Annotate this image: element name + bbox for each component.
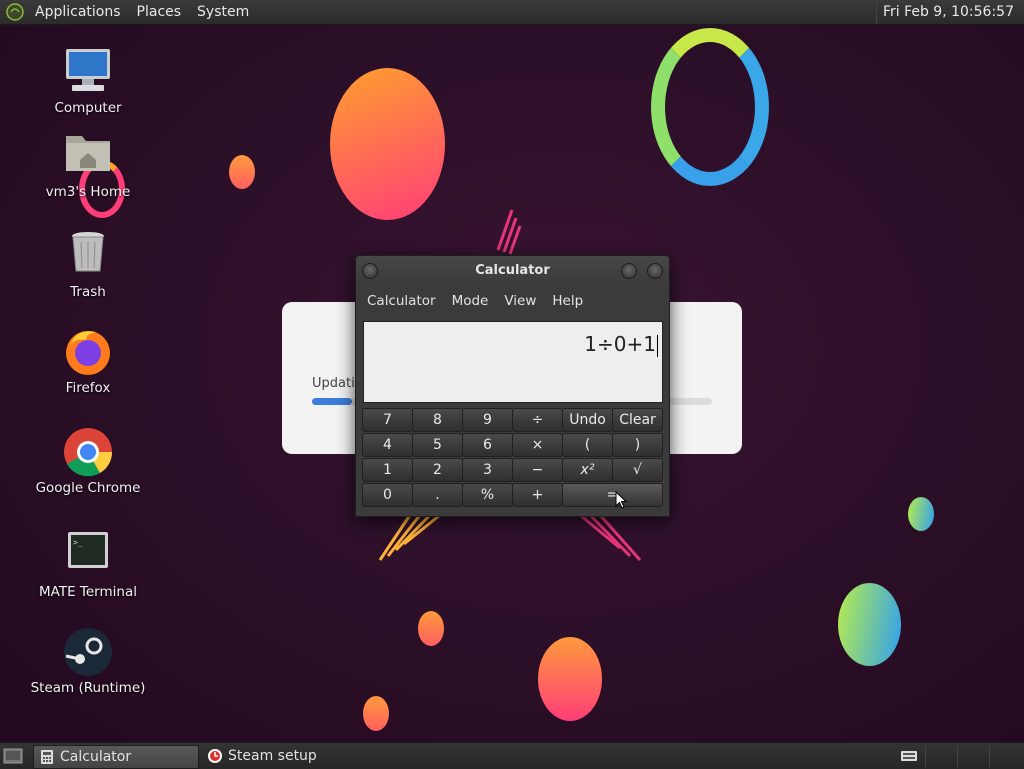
desktop-icon-computer[interactable]: Computer bbox=[28, 46, 148, 116]
key-5[interactable]: 5 bbox=[412, 433, 463, 457]
key-1[interactable]: 1 bbox=[362, 458, 413, 482]
calculator-app-icon bbox=[41, 750, 53, 764]
desktop-icon-label: vm3's Home bbox=[45, 184, 131, 200]
home-folder-icon bbox=[62, 130, 114, 182]
taskbar-item-label: Steam setup bbox=[228, 748, 317, 764]
minimize-button[interactable] bbox=[621, 263, 637, 279]
key-7[interactable]: 7 bbox=[362, 408, 413, 432]
calculator-display[interactable]: 1÷0+1 bbox=[363, 321, 663, 403]
top-panel: Applications Places System Fri Feb 9, 10… bbox=[0, 0, 1024, 25]
bottom-panel: Calculator Steam setup bbox=[0, 742, 1024, 769]
display-text: 1÷0+1 bbox=[584, 332, 656, 356]
desktop-icon-label: Firefox bbox=[65, 380, 111, 396]
key-9[interactable]: 9 bbox=[462, 408, 513, 432]
key-decimal[interactable]: . bbox=[412, 483, 463, 507]
key-close-paren[interactable]: ) bbox=[612, 433, 663, 457]
show-desktop-icon[interactable] bbox=[3, 747, 23, 765]
key-multiply[interactable]: × bbox=[512, 433, 563, 457]
chrome-icon bbox=[62, 426, 114, 478]
desktop-icon-home[interactable]: vm3's Home bbox=[28, 130, 148, 200]
firefox-icon bbox=[62, 326, 114, 378]
workspace-1[interactable] bbox=[925, 745, 956, 767]
terminal-icon: >_ bbox=[62, 530, 114, 582]
clear-button[interactable]: Clear bbox=[612, 408, 663, 432]
desktop-icon-label: Steam (Runtime) bbox=[30, 680, 146, 696]
workspace-3[interactable] bbox=[989, 745, 1020, 767]
desktop-icon-steam[interactable]: Steam (Runtime) bbox=[28, 626, 148, 696]
key-4[interactable]: 4 bbox=[362, 433, 413, 457]
trash-icon bbox=[62, 230, 114, 282]
desktop-icon-trash[interactable]: Trash bbox=[28, 230, 148, 300]
menu-view[interactable]: View bbox=[496, 293, 544, 309]
desktop-icon-label: MATE Terminal bbox=[39, 584, 137, 600]
key-8[interactable]: 8 bbox=[412, 408, 463, 432]
svg-text:>_: >_ bbox=[73, 538, 83, 547]
computer-icon bbox=[62, 46, 114, 98]
menu-mode[interactable]: Mode bbox=[444, 293, 497, 309]
key-subtract[interactable]: − bbox=[512, 458, 563, 482]
window-title: Calculator bbox=[475, 263, 550, 278]
desktop-icon-chrome[interactable]: Google Chrome bbox=[28, 426, 148, 496]
taskbar-item-calculator[interactable]: Calculator bbox=[33, 745, 199, 769]
taskbar-item-label: Calculator bbox=[60, 749, 132, 765]
panel-clock[interactable]: Fri Feb 9, 10:56:57 bbox=[875, 0, 1020, 24]
key-6[interactable]: 6 bbox=[462, 433, 513, 457]
calculator-menubar: Calculator Mode View Help bbox=[356, 286, 669, 316]
key-0[interactable]: 0 bbox=[362, 483, 413, 507]
system-menu[interactable]: System bbox=[189, 0, 257, 24]
keyboard-icon[interactable] bbox=[900, 749, 918, 763]
steam-icon bbox=[62, 626, 114, 678]
key-square-root[interactable]: √ bbox=[612, 458, 663, 482]
update-progress-fill bbox=[312, 398, 352, 405]
calculator-window[interactable]: Calculator Calculator Mode View Help 1÷0… bbox=[355, 255, 670, 517]
steam-setup-icon bbox=[208, 749, 222, 763]
workspace-2[interactable] bbox=[957, 745, 988, 767]
key-square[interactable]: x² bbox=[562, 458, 613, 482]
key-percent[interactable]: % bbox=[462, 483, 513, 507]
desktop-icon-label: Computer bbox=[54, 100, 122, 116]
desktop-icon-firefox[interactable]: Firefox bbox=[28, 326, 148, 396]
desktop-icon-label: Google Chrome bbox=[35, 480, 141, 496]
desktop-icon-terminal[interactable]: >_ MATE Terminal bbox=[28, 530, 148, 600]
menu-calculator[interactable]: Calculator bbox=[359, 293, 444, 309]
key-open-paren[interactable]: ( bbox=[562, 433, 613, 457]
applications-menu[interactable]: Applications bbox=[27, 0, 129, 24]
key-2[interactable]: 2 bbox=[412, 458, 463, 482]
display-expression: 1÷0+1 bbox=[584, 332, 658, 357]
menu-help[interactable]: Help bbox=[544, 293, 591, 309]
key-equals[interactable]: = bbox=[562, 483, 663, 507]
window-menu-button[interactable] bbox=[362, 263, 378, 279]
desktop-icon-label: Trash bbox=[70, 284, 106, 300]
mouse-pointer-icon bbox=[615, 491, 627, 509]
taskbar-item-steam-setup[interactable]: Steam setup bbox=[202, 745, 388, 767]
undo-button[interactable]: Undo bbox=[562, 408, 613, 432]
places-menu[interactable]: Places bbox=[129, 0, 190, 24]
mate-logo-icon[interactable] bbox=[6, 3, 24, 21]
key-divide[interactable]: ÷ bbox=[512, 408, 563, 432]
text-cursor bbox=[657, 334, 658, 357]
maximize-button[interactable] bbox=[647, 263, 663, 279]
key-3[interactable]: 3 bbox=[462, 458, 513, 482]
calculator-titlebar[interactable]: Calculator bbox=[356, 256, 669, 286]
key-add[interactable]: + bbox=[512, 483, 563, 507]
